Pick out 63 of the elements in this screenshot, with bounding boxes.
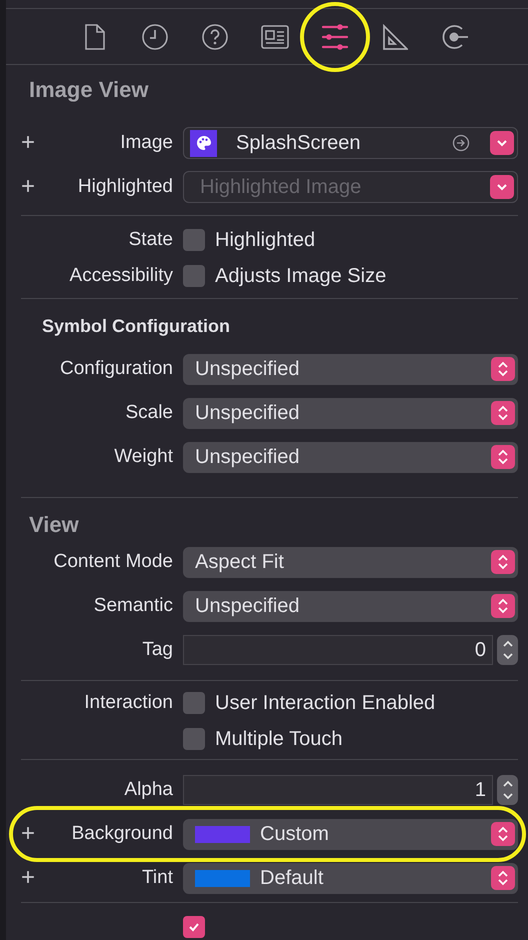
field-label: Accessibility: [70, 265, 173, 286]
up-down-icon: [497, 554, 509, 570]
stepper[interactable]: [497, 775, 518, 805]
dropdown-button[interactable]: [490, 175, 514, 199]
field-label: Scale: [125, 402, 173, 423]
field-label: Image: [120, 132, 173, 153]
up-down-icon: [497, 826, 509, 842]
placeholder-text: Highlighted Image: [200, 176, 362, 198]
field-label: Background: [72, 823, 173, 844]
popup-button[interactable]: Unspecified: [183, 354, 518, 384]
up-down-icon: [497, 449, 509, 465]
help-icon: [201, 22, 229, 50]
field-label: Interaction: [84, 692, 173, 713]
id-card-icon: [261, 24, 289, 48]
field-label: State: [128, 229, 173, 250]
checkbox[interactable]: [183, 728, 205, 750]
checkbox[interactable]: [183, 692, 205, 714]
section-title: Symbol Configuration: [42, 315, 231, 338]
checkbox-label[interactable]: User Interaction Enabled: [215, 692, 436, 714]
checkbox-label[interactable]: Highlighted: [215, 228, 316, 252]
field-label: Tag: [142, 639, 173, 660]
document-icon: [84, 24, 106, 50]
number-field[interactable]: 1: [183, 775, 493, 805]
popup-button[interactable]: Custom: [183, 818, 518, 850]
dropdown-button[interactable]: [490, 131, 514, 155]
popup-button[interactable]: Aspect Fit: [183, 546, 518, 578]
section-title: Image View: [29, 76, 150, 104]
field-label: Highlighted: [78, 176, 173, 197]
popup-button[interactable]: Unspecified: [183, 590, 518, 622]
popup-button[interactable]: Default: [183, 862, 518, 894]
number-field[interactable]: 0: [183, 635, 493, 665]
field-label: Weight: [114, 446, 173, 467]
up-down-icon: [497, 405, 509, 421]
checkbox[interactable]: [183, 916, 205, 938]
up-down-icon: [497, 361, 509, 377]
field-label: Alpha: [124, 779, 173, 800]
stepper[interactable]: [497, 635, 518, 665]
field-label: Content Mode: [54, 551, 173, 572]
popup-button[interactable]: Unspecified: [183, 442, 518, 472]
chevron-down-icon: [496, 183, 508, 191]
up-down-icon: [497, 598, 509, 614]
palette-icon: [190, 130, 217, 156]
image-field[interactable]: SplashScreen: [183, 127, 518, 159]
clock-icon: [141, 22, 169, 50]
add-variation-button[interactable]: +: [21, 173, 36, 200]
checkbox[interactable]: [183, 265, 205, 287]
image-name: SplashScreen: [236, 132, 362, 154]
field-label: Configuration: [60, 358, 173, 379]
add-variation-button[interactable]: +: [21, 864, 36, 891]
arrow-circle-icon[interactable]: [452, 134, 470, 152]
add-variation-button[interactable]: +: [21, 820, 36, 847]
popup-button[interactable]: Unspecified: [183, 398, 518, 428]
checkbox-label[interactable]: Adjusts Image Size: [215, 264, 386, 288]
checkbox-label[interactable]: Multiple Touch: [215, 728, 342, 750]
section-title: View: [29, 511, 80, 539]
field-label: Semantic: [94, 595, 173, 616]
field-label: Tint: [142, 867, 173, 888]
up-down-icon: [497, 870, 509, 886]
add-variation-button[interactable]: +: [21, 129, 36, 156]
sliders-icon: [321, 24, 349, 50]
chevron-down-icon: [496, 139, 508, 147]
connection-icon: [441, 22, 469, 50]
checkbox[interactable]: [183, 229, 205, 251]
